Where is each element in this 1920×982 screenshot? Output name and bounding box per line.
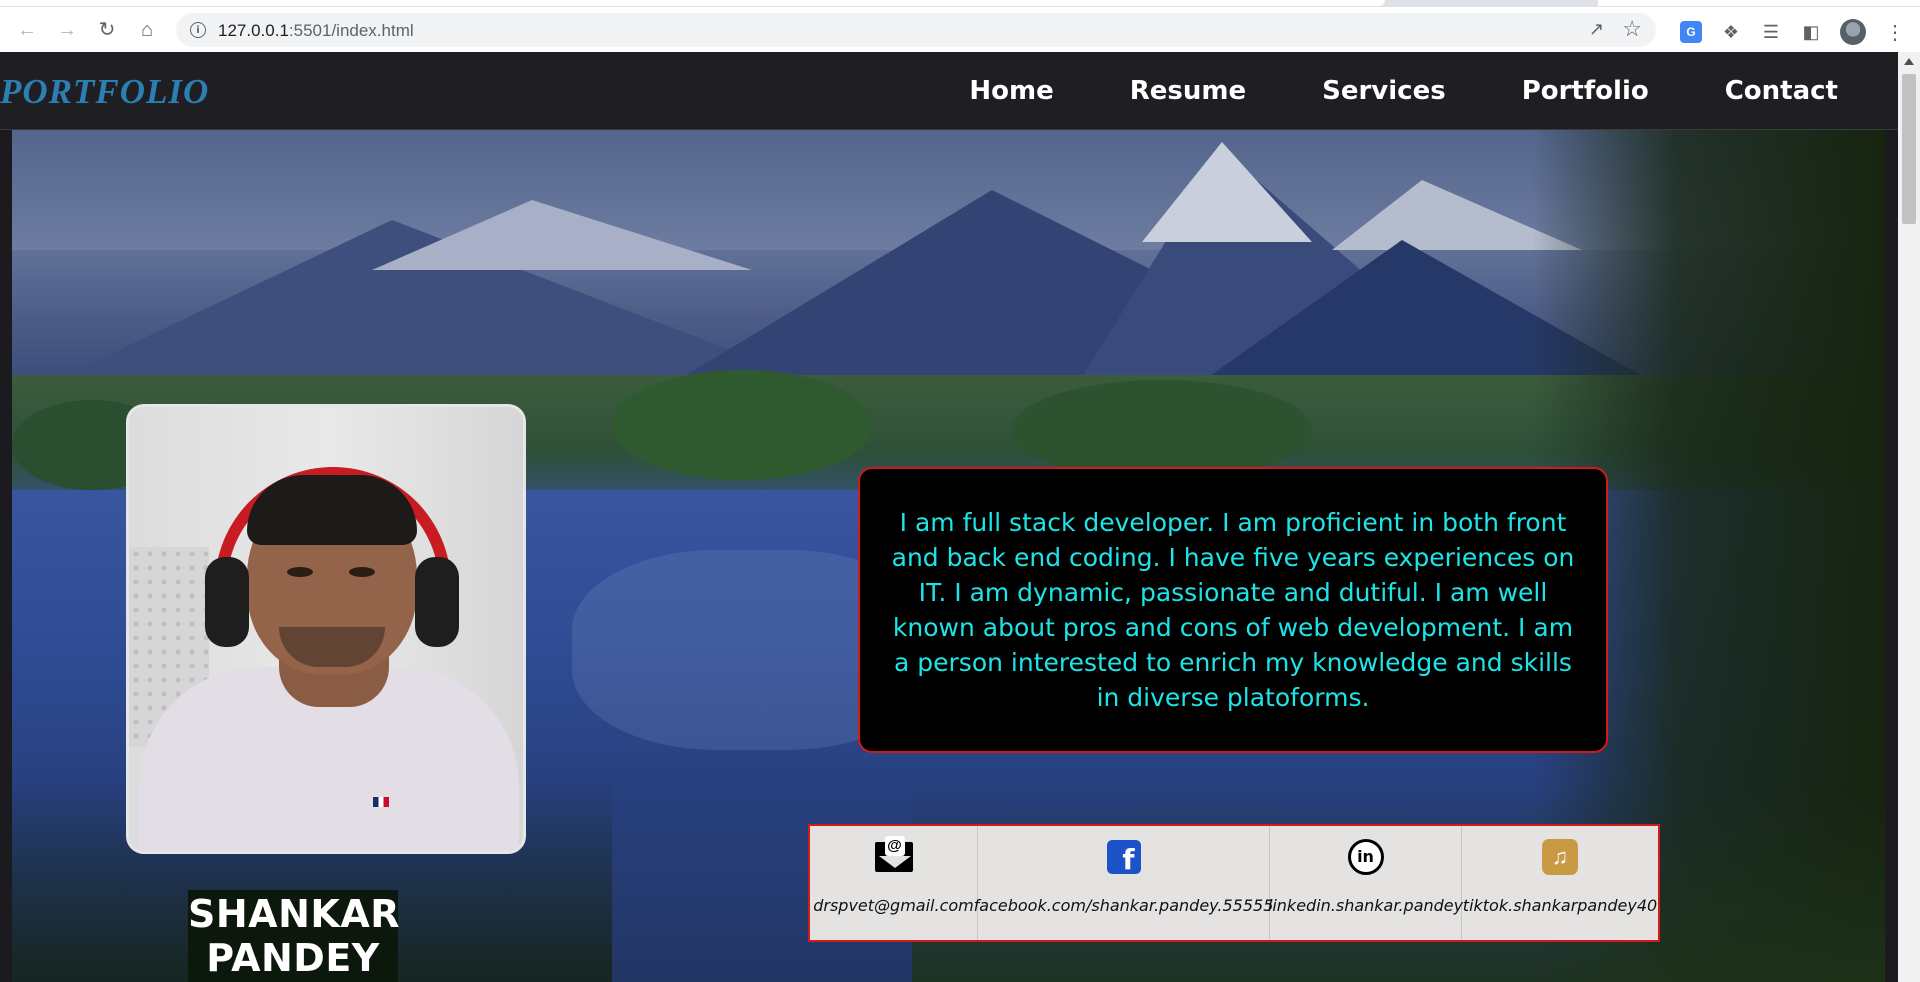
photo-eye xyxy=(349,567,375,577)
contact-table: drspvet@gmail.com f facebook.com/shankar… xyxy=(808,824,1660,942)
contact-email[interactable]: drspvet@gmail.com xyxy=(810,826,978,940)
shirt-logo xyxy=(373,797,389,807)
profile-avatar[interactable] xyxy=(1840,19,1866,45)
email-icon[interactable] xyxy=(874,836,913,876)
nav-portfolio-link[interactable]: Portfolio xyxy=(1522,76,1649,106)
address-bar[interactable]: i 127.0.0.1:5501/index.html ↗ ☆ xyxy=(176,13,1656,47)
headphone-cup xyxy=(205,557,249,647)
translate-extension-icon[interactable]: G xyxy=(1680,21,1702,43)
scrollbar-thumb[interactable] xyxy=(1902,74,1916,224)
nav-contact-link[interactable]: Contact xyxy=(1725,76,1838,106)
nav-resume-link[interactable]: Resume xyxy=(1130,76,1246,106)
contact-linkedin[interactable]: in linkedin.shankar.pandey xyxy=(1268,826,1463,940)
back-arrow-icon[interactable]: ← xyxy=(12,15,42,45)
forward-arrow-icon[interactable]: → xyxy=(52,15,82,45)
contact-tiktok-text[interactable]: tiktok.shankarpandey40 xyxy=(1463,896,1657,915)
media-control-icon[interactable]: ☰ xyxy=(1760,21,1782,43)
tree-cluster xyxy=(1012,380,1312,480)
tab-strip xyxy=(0,0,1920,7)
profile-photo xyxy=(126,404,526,854)
snow-cap-left xyxy=(372,200,752,270)
hero-section: SHANKAR PANDEY I am full stack developer… xyxy=(12,130,1885,982)
url-path: :5501/index.html xyxy=(288,21,414,40)
page-scrollbar[interactable] xyxy=(1898,52,1920,982)
extensions-puzzle-icon[interactable]: ❖ xyxy=(1720,21,1742,43)
reload-icon[interactable]: ↻ xyxy=(92,15,122,45)
contact-email-text[interactable]: drspvet@gmail.com xyxy=(813,896,974,915)
about-text: I am full stack developer. I am proficie… xyxy=(891,508,1575,712)
site-info-icon[interactable]: i xyxy=(190,22,206,38)
url-text[interactable]: 127.0.0.1:5501/index.html xyxy=(218,21,414,41)
linkedin-icon[interactable]: in xyxy=(1347,838,1385,876)
page-viewport: PORTFOLIO Home Resume Services Portfolio… xyxy=(0,52,1898,982)
browser-menu-icon[interactable]: ⋮ xyxy=(1884,21,1906,44)
main-menu: Home Resume Services Portfolio Contact xyxy=(893,52,1838,130)
facebook-icon[interactable]: f xyxy=(1105,838,1143,876)
photo-eye xyxy=(287,567,313,577)
tiktok-icon[interactable]: ♫ xyxy=(1541,838,1579,876)
active-tab-edge xyxy=(0,0,1385,6)
tree-cluster xyxy=(612,370,872,480)
scroll-up-arrow-icon[interactable] xyxy=(1904,58,1914,65)
about-box: I am full stack developer. I am proficie… xyxy=(858,467,1608,753)
photo-hair xyxy=(247,475,417,545)
contact-linkedin-text[interactable]: linkedin.shankar.pandey xyxy=(1268,896,1463,915)
bookmark-star-icon[interactable]: ☆ xyxy=(1622,16,1642,42)
share-icon[interactable]: ↗ xyxy=(1589,19,1604,40)
nav-services-link[interactable]: Services xyxy=(1322,76,1446,106)
site-logo[interactable]: PORTFOLIO xyxy=(0,72,209,112)
site-navbar: PORTFOLIO Home Resume Services Portfolio… xyxy=(0,52,1898,130)
home-icon[interactable]: ⌂ xyxy=(132,15,162,45)
contact-facebook[interactable]: f facebook.com/shankar.pandey.55555 xyxy=(974,826,1273,940)
contact-facebook-text[interactable]: facebook.com/shankar.pandey.55555 xyxy=(974,896,1274,915)
side-panel-icon[interactable]: ◧ xyxy=(1800,21,1822,43)
tab-strip-right xyxy=(1598,0,1920,6)
browser-toolbar: ← → ↻ ⌂ i 127.0.0.1:5501/index.html ↗ ☆ … xyxy=(0,7,1920,52)
profile-name: SHANKAR PANDEY xyxy=(188,890,400,982)
nav-home-link[interactable]: Home xyxy=(969,76,1053,106)
contact-tiktok[interactable]: ♫ tiktok.shankarpandey40 xyxy=(1462,826,1658,940)
headphone-cup xyxy=(415,557,459,647)
url-host: 127.0.0.1 xyxy=(218,21,289,40)
snow-cap-peak xyxy=(1142,142,1312,242)
